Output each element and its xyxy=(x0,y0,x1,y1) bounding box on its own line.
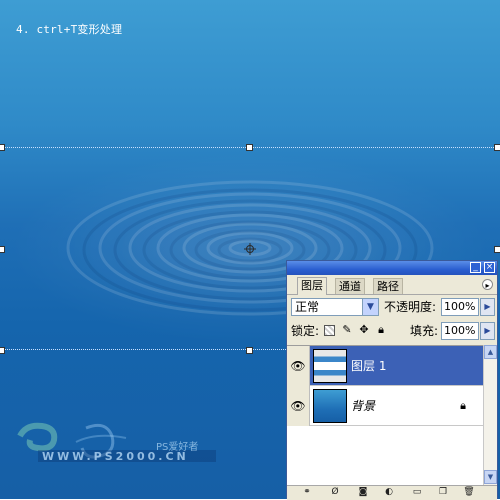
lock-pixels-brush-icon[interactable]: ✎ xyxy=(341,324,353,336)
step-caption: 4. ctrl+T变形处理 xyxy=(16,23,123,36)
blend-row: 正常 ▼ 不透明度: 100% ▶ xyxy=(287,296,497,318)
adjustment-icon[interactable]: ◐ xyxy=(383,487,395,498)
opacity-arrow-icon[interactable]: ▶ xyxy=(480,298,495,316)
watermark-url: WWW.PS2000.CN xyxy=(42,450,189,463)
panel-menu-icon[interactable]: ▸ xyxy=(482,279,493,290)
transform-handle-top-right[interactable] xyxy=(494,144,500,151)
tab-channels[interactable]: 通道 xyxy=(335,278,365,294)
mask-icon[interactable]: ◙ xyxy=(357,487,369,498)
layer-row-background[interactable]: 👁︎ 背景 🔒︎ xyxy=(287,386,483,426)
scroll-down-icon[interactable]: ▼ xyxy=(484,470,497,484)
layer-row-layer1[interactable]: 👁︎ 图层 1 xyxy=(287,346,483,386)
tab-layers[interactable]: 图层 xyxy=(297,277,327,295)
panel-tabs: 图层 通道 路径 ▸ xyxy=(287,276,497,295)
close-icon[interactable]: × xyxy=(484,262,495,273)
layers-panel: _ × 图层 通道 路径 ▸ 正常 ▼ 不透明度: 100% ▶ 锁定: ✎ ✥… xyxy=(286,260,498,500)
new-layer-icon[interactable]: ❐ xyxy=(437,487,449,498)
trash-icon[interactable]: 🗑︎ xyxy=(463,487,475,498)
transform-handle-top-center[interactable] xyxy=(246,144,253,151)
tab-paths[interactable]: 路径 xyxy=(373,278,403,294)
scroll-up-icon[interactable]: ▲ xyxy=(484,345,497,359)
layer-style-icon[interactable]: Ø xyxy=(329,487,341,498)
background-lock-icon: 🔒︎ xyxy=(460,399,466,412)
background-name: 背景 xyxy=(351,399,376,413)
watermark: PS爱好者 WWW.PS2000.CN xyxy=(16,418,221,468)
transform-handle-middle-right[interactable] xyxy=(494,246,500,253)
layer1-thumbnail xyxy=(313,349,347,383)
fill-arrow-icon[interactable]: ▶ xyxy=(480,322,495,340)
transform-center-point-icon[interactable] xyxy=(244,243,256,255)
layers-scrollbar[interactable]: ▲ ▼ xyxy=(483,345,497,485)
eye-icon[interactable]: 👁︎ xyxy=(290,358,306,374)
chevron-down-icon[interactable]: ▼ xyxy=(362,299,378,315)
panel-bottom-toolbar: ⚭ Ø ◙ ◐ ▭ ❐ 🗑︎ xyxy=(287,485,497,500)
transform-handle-bottom-center[interactable] xyxy=(246,347,253,354)
lock-transparency-icon[interactable] xyxy=(324,325,335,336)
lock-all-icon[interactable]: 🔒︎ xyxy=(375,324,387,336)
link-icon[interactable]: ⚭ xyxy=(301,487,313,498)
minimize-icon[interactable]: _ xyxy=(470,262,481,273)
lock-row: 锁定: ✎ ✥ 🔒︎ 填充: 100% ▶ xyxy=(287,320,497,342)
lock-label: 锁定: xyxy=(291,324,320,338)
folder-icon[interactable]: ▭ xyxy=(411,487,423,498)
blend-mode-select[interactable]: 正常 ▼ xyxy=(291,298,379,316)
transform-handle-top-left[interactable] xyxy=(0,144,5,151)
visibility-cell[interactable]: 👁︎ xyxy=(287,386,310,426)
fill-input[interactable]: 100% xyxy=(441,322,479,340)
layer1-name: 图层 1 xyxy=(351,359,387,373)
panel-titlebar[interactable]: _ × xyxy=(287,261,497,275)
fill-label: 填充: xyxy=(410,324,439,338)
transform-handle-bottom-left[interactable] xyxy=(0,347,5,354)
opacity-label: 不透明度: xyxy=(384,300,437,314)
background-thumbnail xyxy=(313,389,347,423)
eye-icon[interactable]: 👁︎ xyxy=(290,398,306,414)
blend-mode-value: 正常 xyxy=(295,300,320,314)
transform-handle-middle-left[interactable] xyxy=(0,246,5,253)
visibility-cell[interactable]: 👁︎ xyxy=(287,346,310,386)
layers-list: 👁︎ 图层 1 👁︎ 背景 🔒︎ xyxy=(287,345,483,486)
opacity-input[interactable]: 100% xyxy=(441,298,479,316)
lock-position-move-icon[interactable]: ✥ xyxy=(358,324,370,336)
